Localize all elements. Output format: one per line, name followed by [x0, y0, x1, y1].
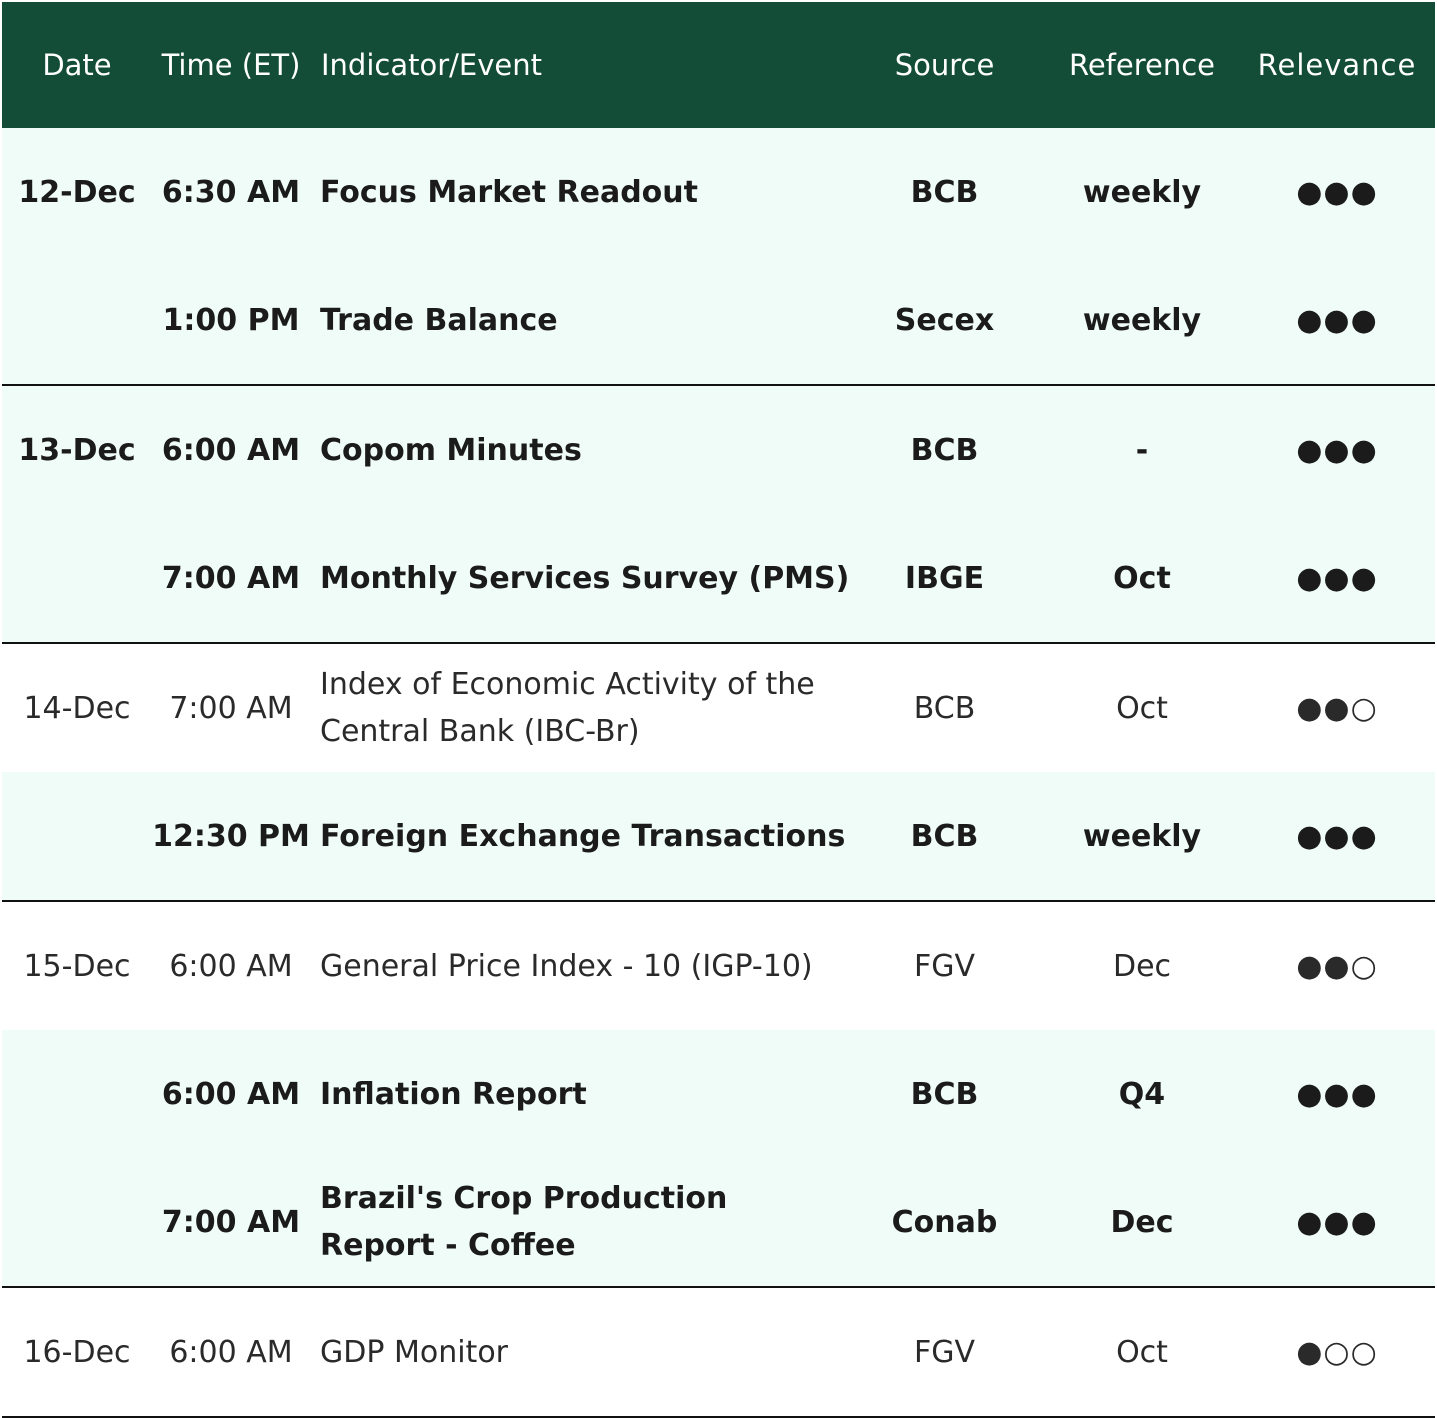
row-source: BCB	[910, 432, 979, 468]
row-reference: Oct	[1116, 1334, 1168, 1370]
row-indicator: Monthly Services Survey (PMS)	[320, 560, 850, 596]
table-row: 15-Dec 6:00 AM General Price Index - 10 …	[2, 902, 1435, 1030]
relevance-dots-icon: ●○○	[1296, 1334, 1378, 1370]
relevance-dots-icon: ●●○	[1296, 948, 1378, 984]
row-date	[2, 514, 152, 642]
row-time: 6:00 AM	[161, 432, 301, 468]
row-source: FGV	[913, 1334, 976, 1370]
row-source: BCB	[910, 818, 979, 854]
row-indicator: Brazil's Crop Production Report - Coffee	[320, 1181, 728, 1263]
table-row: 14-Dec 7:00 AM Index of Economic Activit…	[2, 644, 1435, 772]
row-indicator: GDP Monitor	[320, 1334, 509, 1370]
row-time: 12:30 PM	[152, 818, 310, 854]
row-time: 1:00 PM	[162, 302, 300, 338]
row-source: IBGE	[904, 560, 985, 596]
row-date: 13-Dec	[18, 432, 136, 468]
table-row: 1:00 PM Trade Balance Secex weekly ●●●	[2, 256, 1435, 386]
row-source: Conab	[891, 1204, 998, 1240]
relevance-dots-icon: ●●○	[1296, 690, 1378, 726]
row-time: 6:00 AM	[161, 1076, 301, 1112]
row-indicator: Focus Market Readout	[320, 174, 698, 210]
row-reference: Dec	[1110, 1204, 1174, 1240]
row-reference: Oct	[1113, 560, 1171, 596]
row-source: BCB	[910, 1076, 979, 1112]
relevance-dots-icon: ●●●	[1296, 174, 1378, 210]
economic-calendar-table: Date Time (ET) Indicator/Event Source Re…	[2, 2, 1435, 1418]
row-indicator: Copom Minutes	[320, 432, 582, 468]
row-date: 15-Dec	[23, 948, 131, 984]
header-source: Source	[894, 48, 995, 82]
row-time: 7:00 AM	[169, 690, 293, 726]
table-header: Date Time (ET) Indicator/Event Source Re…	[2, 2, 1435, 128]
table-row: 6:00 AM Inflation Report BCB Q4 ●●●	[2, 1030, 1435, 1158]
table-row: 13-Dec 6:00 AM Copom Minutes BCB - ●●●	[2, 386, 1435, 514]
relevance-dots-icon: ●●●	[1296, 560, 1378, 596]
row-source: FGV	[913, 948, 976, 984]
relevance-dots-icon: ●●●	[1296, 302, 1378, 338]
row-time: 7:00 AM	[161, 1204, 301, 1240]
table-row: 7:00 AM Brazil's Crop Production Report …	[2, 1158, 1435, 1288]
row-source: Secex	[894, 302, 995, 338]
row-source: BCB	[913, 690, 976, 726]
header-time: Time (ET)	[161, 48, 301, 82]
row-time: 7:00 AM	[161, 560, 301, 596]
row-date: 12-Dec	[18, 174, 136, 210]
row-indicator: Inflation Report	[320, 1076, 587, 1112]
relevance-dots-icon: ●●●	[1296, 432, 1378, 468]
row-date	[2, 1158, 152, 1286]
row-time: 6:30 AM	[161, 174, 301, 210]
row-reference: weekly	[1082, 302, 1202, 338]
table-row: 12-Dec 6:30 AM Focus Market Readout BCB …	[2, 128, 1435, 256]
table-row: 7:00 AM Monthly Services Survey (PMS) IB…	[2, 514, 1435, 644]
row-indicator: Index of Economic Activity of the Centra…	[320, 667, 815, 749]
row-reference: -	[1135, 432, 1149, 468]
relevance-dots-icon: ●●●	[1296, 1204, 1378, 1240]
header-date: Date	[42, 48, 112, 82]
relevance-dots-icon: ●●●	[1296, 818, 1378, 854]
row-indicator: Trade Balance	[320, 302, 558, 338]
header-indicator: Indicator/Event	[321, 47, 542, 82]
relevance-dots-icon: ●●●	[1296, 1076, 1378, 1112]
row-indicator: General Price Index - 10 (IGP-10)	[320, 948, 813, 984]
row-date	[2, 1030, 152, 1158]
row-time: 6:00 AM	[169, 1334, 293, 1370]
table-row: 12:30 PM Foreign Exchange Transactions B…	[2, 772, 1435, 902]
row-date: 14-Dec	[23, 690, 131, 726]
row-source: BCB	[910, 174, 979, 210]
row-reference: weekly	[1082, 174, 1202, 210]
row-reference: weekly	[1082, 818, 1202, 854]
row-date	[2, 256, 152, 384]
table-row: 16-Dec 6:00 AM GDP Monitor FGV Oct ●○○	[2, 1288, 1435, 1418]
header-reference: Reference	[1068, 48, 1216, 82]
row-date: 16-Dec	[23, 1334, 131, 1370]
row-reference: Oct	[1116, 690, 1168, 726]
row-reference: Dec	[1112, 948, 1172, 984]
row-reference: Q4	[1118, 1076, 1166, 1112]
row-indicator: Foreign Exchange Transactions	[320, 818, 846, 854]
row-time: 6:00 AM	[169, 948, 293, 984]
row-date	[2, 772, 152, 900]
header-relevance: Relevance	[1257, 48, 1417, 82]
